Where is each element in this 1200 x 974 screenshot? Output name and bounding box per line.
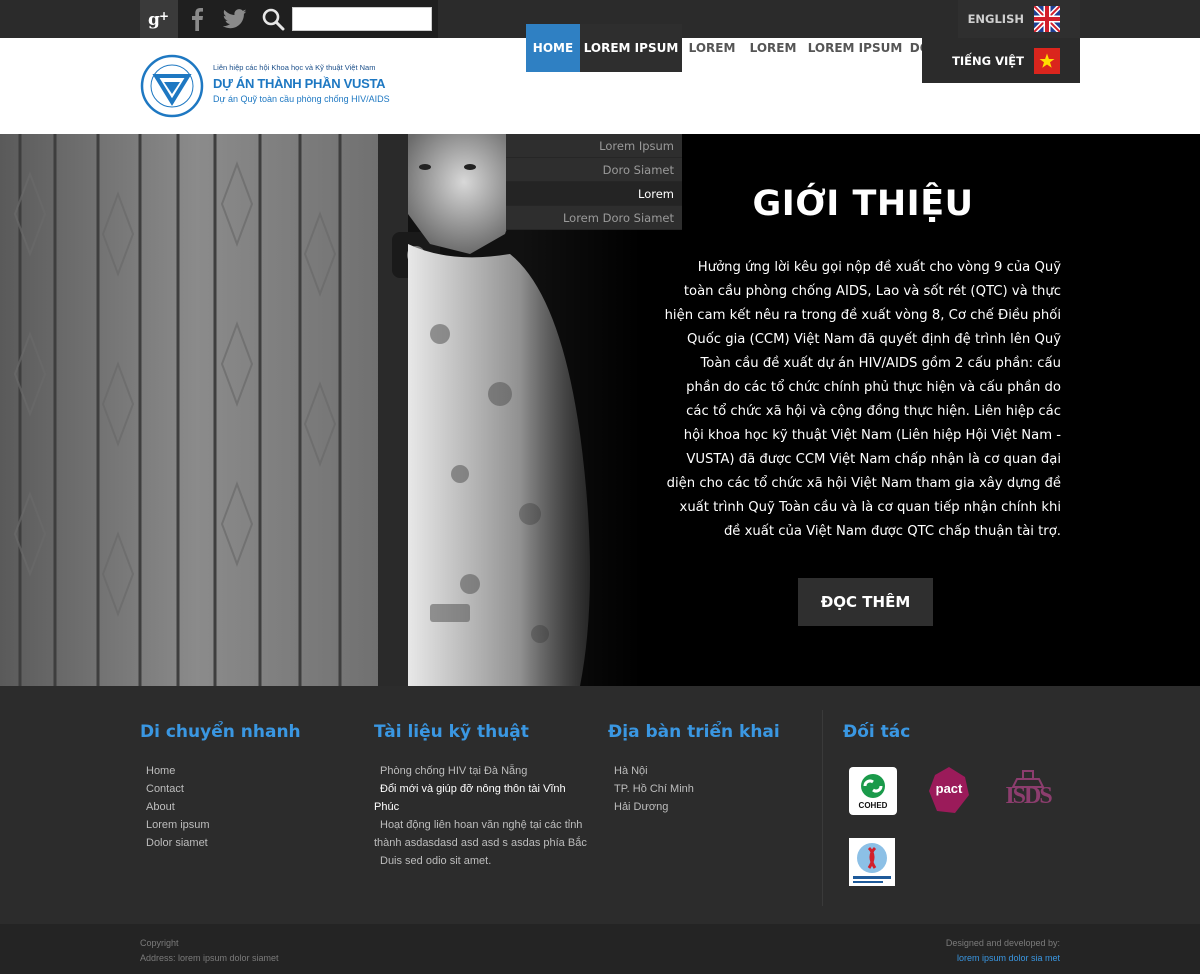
designed-by-label: Designed and developed by: (945, 938, 1060, 948)
footer-col-title: Tài liệu kỹ thuật (374, 722, 529, 742)
submenu-item-1[interactable]: Lorem Ipsum (506, 134, 682, 158)
footer-link[interactable]: TP. Hồ Chí Minh (608, 780, 808, 798)
footer-link[interactable]: Duis sed odio sit amet. (374, 852, 588, 870)
footer-link[interactable]: Hải Dương (608, 798, 808, 816)
footer-col-technical-docs: Tài liệu kỹ thuật Phòng chống HIV tại Đà… (374, 722, 588, 870)
submenu-item-3[interactable]: Lorem (506, 182, 682, 206)
submenu-item-4[interactable]: Lorem Doro Siamet (506, 206, 682, 230)
designer-link[interactable]: lorem ipsum dolor sia met (946, 951, 1060, 966)
logo-line-3: Dự án Quỹ toàn cầu phòng chống HIV/AIDS (213, 94, 390, 104)
search-input[interactable] (292, 7, 432, 31)
facebook-icon[interactable] (178, 0, 216, 38)
footer-link[interactable]: Hà Nội (608, 762, 808, 780)
hero-title: GIỚI THIỆU (752, 184, 974, 224)
logo-line-1: Liên hiệp các hội Khoa học và Kỹ thuật V… (213, 63, 376, 72)
footer-link[interactable]: About (140, 798, 350, 816)
partner-isds-logo[interactable]: ISDS (1003, 767, 1053, 821)
footer-link[interactable]: Đổi mới và giúp đỡ nông thôn tài Vĩnh Ph… (374, 780, 588, 816)
svg-text:+: + (159, 9, 169, 23)
footer-col-title: Đối tác (843, 722, 911, 742)
language-vietnamese-label: TIẾNG VIỆT (952, 53, 1024, 68)
footer-link[interactable]: Home (140, 762, 350, 780)
partner-isds-label: ISDS (1005, 783, 1052, 809)
footer-col-quick-links: Di chuyển nhanh Home Contact About Lorem… (140, 722, 350, 852)
copyright-right: Designed and developed by: lorem ipsum d… (946, 936, 1060, 966)
search-icon[interactable] (254, 0, 292, 38)
partner-pact-label: pact (935, 781, 963, 796)
twitter-icon[interactable] (216, 0, 254, 38)
footer-link[interactable]: Contact (140, 780, 350, 798)
footer-link[interactable]: Dolor siamet (140, 834, 350, 852)
footer-divider (822, 710, 823, 906)
nav-submenu: Lorem Ipsum Doro Siamet Lorem Lorem Doro… (506, 134, 682, 230)
logo-line-2: DỰ ÁN THÀNH PHẦN VUSTA (213, 76, 386, 91)
partner-cohed-logo[interactable]: COHED (849, 767, 897, 819)
footer-link[interactable]: Hoạt động liên hoan văn nghệ tại các tỉn… (374, 816, 588, 852)
footer-col-locations: Địa bàn triển khai Hà Nội TP. Hồ Chí Min… (608, 722, 808, 816)
address-text: Address: lorem ipsum dolor siamet (140, 953, 279, 963)
copyright-left: Copyright Address: lorem ipsum dolor sia… (140, 936, 279, 966)
footer-col-partners: Đối tác (843, 722, 1063, 762)
nav-home[interactable]: HOME (526, 24, 580, 72)
google-plus-icon[interactable]: g + (140, 0, 178, 38)
submenu-item-2[interactable]: Doro Siamet (506, 158, 682, 182)
vietnam-flag-icon (1034, 47, 1060, 74)
partner-pact-logo[interactable]: pact (925, 767, 973, 819)
footer-col-title: Di chuyển nhanh (140, 722, 301, 742)
social-bar: g + (140, 0, 438, 38)
site-logo[interactable]: Liên hiệp các hội Khoa học và Kỹ thuật V… (140, 54, 390, 120)
partner-global-fund-logo[interactable] (849, 838, 895, 890)
nav-lorem-2[interactable]: LOREM (745, 24, 801, 72)
nav-lorem-ipsum-active[interactable]: LOREM IPSUM (580, 24, 682, 72)
vusta-logo-icon (140, 54, 204, 118)
nav-lorem-1[interactable]: LOREM (684, 24, 740, 72)
footer-link[interactable]: Lorem ipsum (140, 816, 350, 834)
read-more-button[interactable]: ĐỌC THÊM (798, 578, 933, 626)
partner-cohed-label: COHED (858, 801, 888, 810)
nav-lorem-ipsum-2[interactable]: LOREM IPSUM (806, 24, 904, 72)
hero-body-text: Hưởng ứng lời kêu gọi nộp đề xuất cho vò… (664, 260, 1061, 539)
language-vietnamese[interactable]: TIẾNG VIỆT (922, 38, 1060, 83)
footer-col-title: Địa bàn triển khai (608, 722, 780, 742)
copyright-label: Copyright (140, 938, 179, 948)
footer-link[interactable]: Phòng chống HIV tại Đà Nẵng (374, 762, 588, 780)
